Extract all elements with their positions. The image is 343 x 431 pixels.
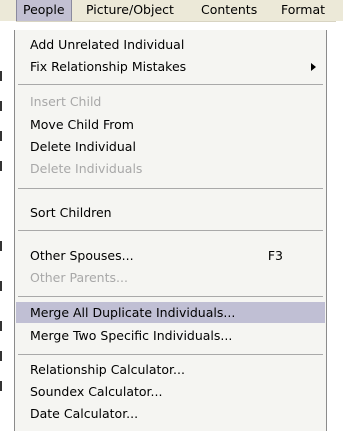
menu-item-move-child-from[interactable]: Move Child From bbox=[16, 114, 325, 135]
menu-contents[interactable]: Contents bbox=[195, 0, 263, 21]
menu-item-fix-relationship-mistakes[interactable]: Fix Relationship Mistakes bbox=[16, 56, 325, 77]
menu-format[interactable]: Format bbox=[275, 0, 331, 21]
menu-item-delete-individual[interactable]: Delete Individual bbox=[16, 136, 325, 157]
menu-item-delete-individuals: Delete Individuals bbox=[30, 161, 143, 176]
menu-item-merge-two-specific-individuals[interactable]: Merge Two Specific Individuals... bbox=[16, 325, 325, 346]
menu-people[interactable]: People bbox=[16, 0, 72, 21]
menu-picture-object[interactable]: Picture/Object bbox=[80, 0, 180, 21]
menu-item-insert-child: Insert Child bbox=[30, 94, 102, 109]
menu-item-sort-children[interactable]: Sort Children bbox=[16, 202, 325, 223]
menu-item-label: Other Spouses... bbox=[30, 248, 134, 263]
menu-separator bbox=[18, 188, 323, 189]
menu-item-label: Fix Relationship Mistakes bbox=[30, 59, 187, 74]
menu-separator bbox=[18, 230, 323, 231]
background-document-right bbox=[336, 21, 343, 431]
submenu-arrow-icon bbox=[311, 63, 316, 71]
menu-bar: People Picture/Object Contents Format bbox=[0, 0, 343, 22]
menu-item-other-parents: Other Parents... bbox=[30, 270, 128, 285]
menu-item-merge-all-duplicate-individuals[interactable]: Merge All Duplicate Individuals... bbox=[16, 302, 325, 323]
menu-separator bbox=[18, 354, 323, 355]
menu-item-relationship-calculator[interactable]: Relationship Calculator... bbox=[16, 359, 325, 380]
menu-item-other-spouses[interactable]: Other Spouses... F3 bbox=[16, 245, 325, 266]
people-dropdown-menu: Add Unrelated Individual Fix Relationshi… bbox=[14, 30, 327, 431]
menu-item-soundex-calculator[interactable]: Soundex Calculator... bbox=[16, 381, 325, 402]
menu-separator bbox=[18, 84, 323, 85]
menu-separator bbox=[18, 296, 323, 297]
menu-item-date-calculator[interactable]: Date Calculator... bbox=[16, 403, 325, 424]
shortcut-label: F3 bbox=[267, 248, 283, 263]
menu-item-add-unrelated-individual[interactable]: Add Unrelated Individual bbox=[16, 34, 325, 55]
